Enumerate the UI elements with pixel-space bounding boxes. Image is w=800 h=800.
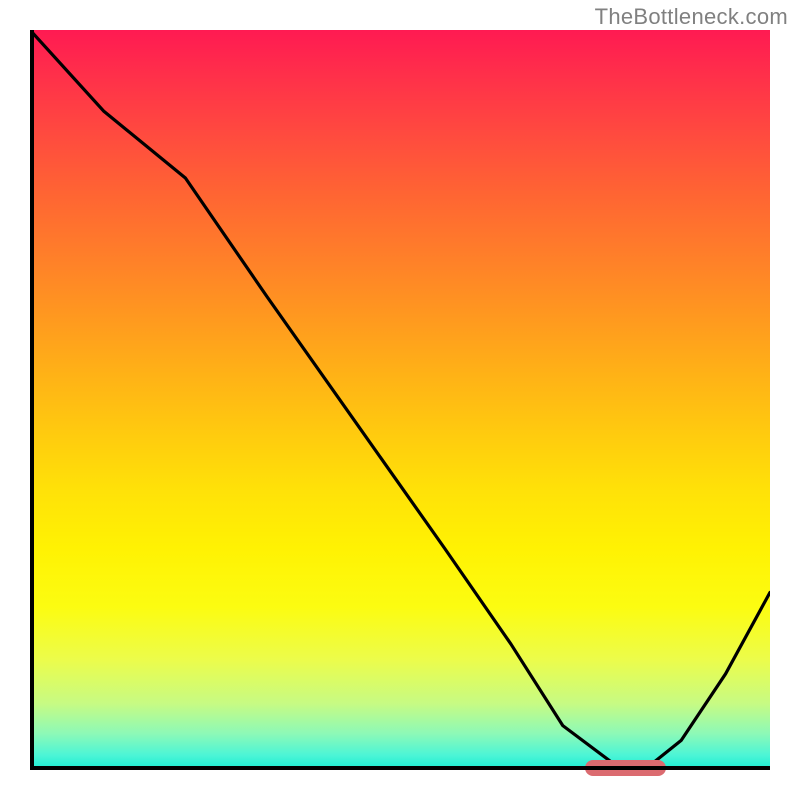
chart-curve-svg [30,30,770,770]
watermark-text: TheBottleneck.com [595,4,788,30]
chart-plot-area [30,30,770,770]
bottleneck-curve-line [30,30,770,770]
optimum-marker [585,760,666,776]
page-root: TheBottleneck.com [0,0,800,800]
